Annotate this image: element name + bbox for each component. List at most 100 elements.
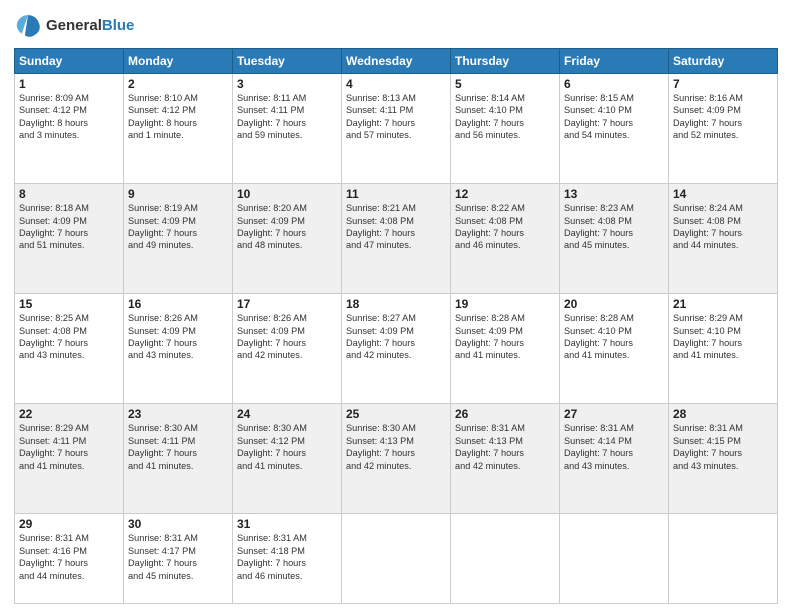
day-number: 15 — [19, 297, 119, 311]
day-number: 12 — [455, 187, 555, 201]
daylight-minutes: and 41 minutes. — [564, 350, 629, 360]
sunset-label: Sunset: 4:11 PM — [346, 105, 413, 115]
daylight-label: Daylight: 7 hours — [455, 448, 524, 458]
day-number: 2 — [128, 77, 228, 91]
col-header-saturday: Saturday — [669, 49, 778, 74]
daylight-minutes: and 43 minutes. — [19, 350, 84, 360]
sunrise-label: Sunrise: 8:22 AM — [455, 203, 525, 213]
sunset-label: Sunset: 4:08 PM — [346, 216, 414, 226]
calendar-week-2: 8Sunrise: 8:18 AMSunset: 4:09 PMDaylight… — [15, 184, 778, 294]
sunset-label: Sunset: 4:15 PM — [673, 436, 741, 446]
calendar-cell: 30Sunrise: 8:31 AMSunset: 4:17 PMDayligh… — [124, 514, 233, 604]
sunrise-label: Sunrise: 8:31 AM — [237, 533, 307, 543]
daylight-minutes: and 41 minutes. — [128, 461, 193, 471]
calendar-cell: 29Sunrise: 8:31 AMSunset: 4:16 PMDayligh… — [15, 514, 124, 604]
sunrise-label: Sunrise: 8:30 AM — [128, 423, 198, 433]
daylight-label: Daylight: 7 hours — [237, 558, 306, 568]
day-number: 23 — [128, 407, 228, 421]
day-number: 6 — [564, 77, 664, 91]
daylight-label: Daylight: 7 hours — [673, 448, 742, 458]
day-number: 28 — [673, 407, 773, 421]
day-number: 27 — [564, 407, 664, 421]
calendar-week-4: 22Sunrise: 8:29 AMSunset: 4:11 PMDayligh… — [15, 404, 778, 514]
daylight-minutes: and 57 minutes. — [346, 130, 411, 140]
daylight-label: Daylight: 7 hours — [455, 118, 524, 128]
daylight-minutes: and 43 minutes. — [564, 461, 629, 471]
daylight-label: Daylight: 7 hours — [128, 228, 197, 238]
calendar-cell: 6Sunrise: 8:15 AMSunset: 4:10 PMDaylight… — [560, 74, 669, 184]
calendar-cell: 1Sunrise: 8:09 AMSunset: 4:12 PMDaylight… — [15, 74, 124, 184]
day-info: Sunrise: 8:19 AMSunset: 4:09 PMDaylight:… — [128, 202, 228, 252]
calendar-cell: 26Sunrise: 8:31 AMSunset: 4:13 PMDayligh… — [451, 404, 560, 514]
daylight-label: Daylight: 7 hours — [455, 228, 524, 238]
sunrise-label: Sunrise: 8:26 AM — [128, 313, 198, 323]
day-info: Sunrise: 8:10 AMSunset: 4:12 PMDaylight:… — [128, 92, 228, 142]
daylight-minutes: and 44 minutes. — [19, 571, 84, 581]
sunset-label: Sunset: 4:09 PM — [673, 105, 741, 115]
calendar-header-row: SundayMondayTuesdayWednesdayThursdayFrid… — [15, 49, 778, 74]
day-info: Sunrise: 8:09 AMSunset: 4:12 PMDaylight:… — [19, 92, 119, 142]
day-number: 30 — [128, 517, 228, 531]
day-number: 29 — [19, 517, 119, 531]
daylight-minutes: and 3 minutes. — [19, 130, 79, 140]
daylight-minutes: and 43 minutes. — [673, 461, 738, 471]
sunrise-label: Sunrise: 8:11 AM — [237, 93, 306, 103]
day-info: Sunrise: 8:25 AMSunset: 4:08 PMDaylight:… — [19, 312, 119, 362]
logo: GeneralBlue — [14, 12, 134, 40]
sunset-label: Sunset: 4:11 PM — [237, 105, 304, 115]
daylight-minutes: and 42 minutes. — [237, 350, 302, 360]
day-info: Sunrise: 8:31 AMSunset: 4:18 PMDaylight:… — [237, 532, 337, 582]
daylight-minutes: and 45 minutes. — [128, 571, 193, 581]
logo-text: GeneralBlue — [46, 18, 134, 35]
calendar-cell: 25Sunrise: 8:30 AMSunset: 4:13 PMDayligh… — [342, 404, 451, 514]
day-info: Sunrise: 8:20 AMSunset: 4:09 PMDaylight:… — [237, 202, 337, 252]
day-info: Sunrise: 8:13 AMSunset: 4:11 PMDaylight:… — [346, 92, 446, 142]
daylight-label: Daylight: 7 hours — [128, 338, 197, 348]
daylight-minutes: and 41 minutes. — [237, 461, 302, 471]
logo-icon — [14, 12, 42, 40]
day-number: 11 — [346, 187, 446, 201]
sunrise-label: Sunrise: 8:29 AM — [673, 313, 743, 323]
calendar-cell: 15Sunrise: 8:25 AMSunset: 4:08 PMDayligh… — [15, 294, 124, 404]
col-header-friday: Friday — [560, 49, 669, 74]
calendar-cell: 19Sunrise: 8:28 AMSunset: 4:09 PMDayligh… — [451, 294, 560, 404]
calendar-cell: 9Sunrise: 8:19 AMSunset: 4:09 PMDaylight… — [124, 184, 233, 294]
daylight-label: Daylight: 7 hours — [455, 338, 524, 348]
sunrise-label: Sunrise: 8:31 AM — [19, 533, 89, 543]
sunset-label: Sunset: 4:11 PM — [19, 436, 86, 446]
daylight-label: Daylight: 7 hours — [19, 558, 88, 568]
daylight-minutes: and 41 minutes. — [455, 350, 520, 360]
sunset-label: Sunset: 4:09 PM — [237, 216, 305, 226]
day-info: Sunrise: 8:29 AMSunset: 4:11 PMDaylight:… — [19, 422, 119, 472]
daylight-minutes: and 42 minutes. — [455, 461, 520, 471]
calendar-cell — [451, 514, 560, 604]
daylight-minutes: and 41 minutes. — [19, 461, 84, 471]
calendar-cell: 28Sunrise: 8:31 AMSunset: 4:15 PMDayligh… — [669, 404, 778, 514]
sunrise-label: Sunrise: 8:27 AM — [346, 313, 416, 323]
daylight-minutes: and 47 minutes. — [346, 240, 411, 250]
daylight-label: Daylight: 8 hours — [128, 118, 197, 128]
sunset-label: Sunset: 4:10 PM — [564, 105, 632, 115]
daylight-label: Daylight: 7 hours — [19, 338, 88, 348]
calendar-cell: 8Sunrise: 8:18 AMSunset: 4:09 PMDaylight… — [15, 184, 124, 294]
daylight-label: Daylight: 7 hours — [564, 228, 633, 238]
sunset-label: Sunset: 4:09 PM — [346, 326, 414, 336]
day-number: 25 — [346, 407, 446, 421]
daylight-minutes: and 46 minutes. — [237, 571, 302, 581]
sunset-label: Sunset: 4:10 PM — [564, 326, 632, 336]
calendar-table: SundayMondayTuesdayWednesdayThursdayFrid… — [14, 48, 778, 604]
sunrise-label: Sunrise: 8:31 AM — [455, 423, 525, 433]
calendar-week-3: 15Sunrise: 8:25 AMSunset: 4:08 PMDayligh… — [15, 294, 778, 404]
daylight-label: Daylight: 7 hours — [564, 118, 633, 128]
sunset-label: Sunset: 4:10 PM — [455, 105, 523, 115]
col-header-thursday: Thursday — [451, 49, 560, 74]
daylight-minutes: and 56 minutes. — [455, 130, 520, 140]
daylight-label: Daylight: 7 hours — [564, 448, 633, 458]
day-number: 9 — [128, 187, 228, 201]
sunset-label: Sunset: 4:10 PM — [673, 326, 741, 336]
calendar-cell: 16Sunrise: 8:26 AMSunset: 4:09 PMDayligh… — [124, 294, 233, 404]
day-info: Sunrise: 8:31 AMSunset: 4:13 PMDaylight:… — [455, 422, 555, 472]
calendar-cell: 20Sunrise: 8:28 AMSunset: 4:10 PMDayligh… — [560, 294, 669, 404]
day-number: 19 — [455, 297, 555, 311]
day-info: Sunrise: 8:26 AMSunset: 4:09 PMDaylight:… — [237, 312, 337, 362]
